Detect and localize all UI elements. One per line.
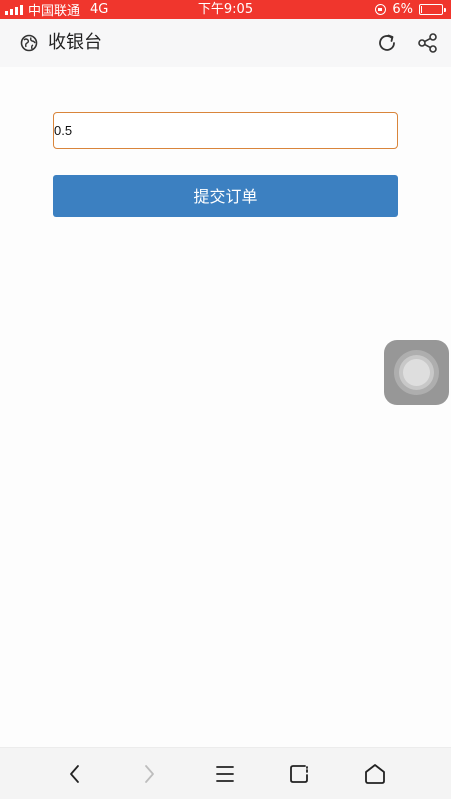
signal-icon: [5, 4, 23, 15]
app-header: 收银台: [0, 19, 451, 67]
refresh-icon[interactable]: [376, 32, 398, 54]
menu-icon[interactable]: [213, 762, 237, 786]
status-bar-left: 中国联通 4G: [5, 0, 108, 19]
battery-icon: [419, 4, 446, 15]
globe-icon: [20, 34, 38, 52]
assistive-touch-ring: [403, 359, 430, 386]
status-bar: 中国联通 4G 下午9:05 6%: [0, 0, 451, 19]
battery-percent: 6%: [392, 2, 413, 17]
forward-icon[interactable]: [137, 762, 161, 786]
home-icon[interactable]: [363, 762, 387, 786]
bottom-nav: [0, 747, 451, 799]
page-title: 收银台: [48, 32, 102, 53]
carrier-name: 中国联通: [28, 4, 81, 19]
rotation-lock-icon: [375, 4, 387, 15]
status-bar-right: 6%: [375, 0, 446, 19]
network-type: 4G: [90, 2, 109, 17]
share-icon[interactable]: [417, 32, 439, 54]
battery-fill: [421, 6, 422, 13]
submit-order-button[interactable]: 提交订单: [53, 175, 398, 217]
assistive-touch-button[interactable]: [384, 340, 449, 405]
tabs-icon[interactable]: [288, 762, 312, 786]
back-icon[interactable]: [63, 762, 87, 786]
amount-input[interactable]: [53, 112, 398, 149]
